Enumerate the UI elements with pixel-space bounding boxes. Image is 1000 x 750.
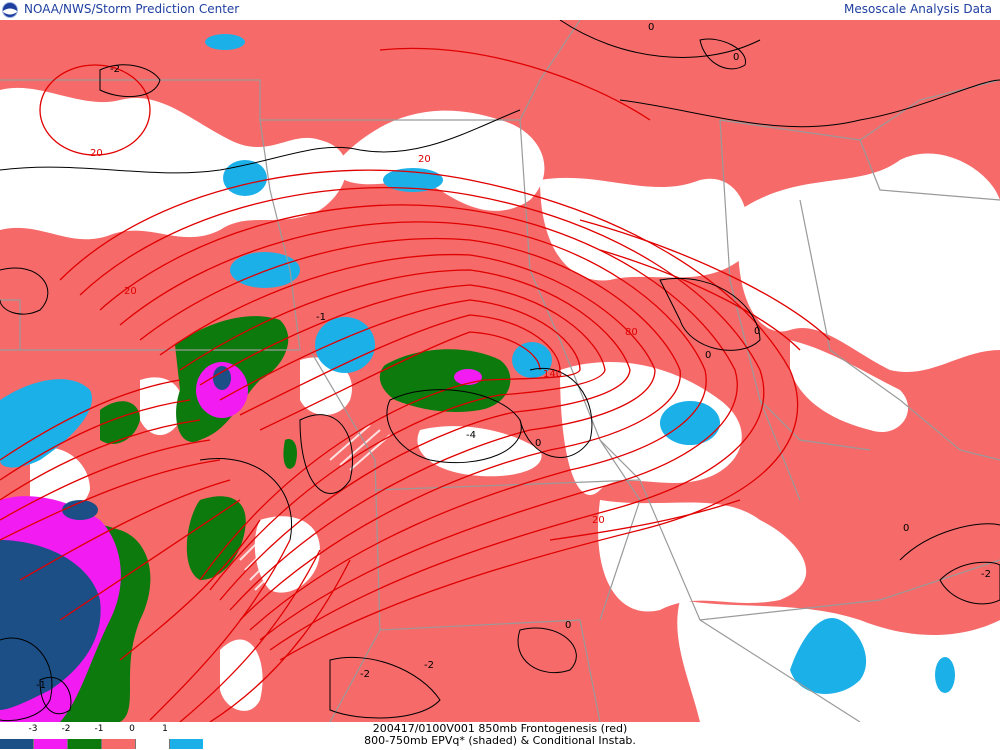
instab-label: 0 bbox=[705, 350, 711, 361]
weather-map: 20 20 20 20 80 140 -2 0 0 0 0 0 -4 0 -2 … bbox=[0, 20, 1000, 722]
epv-legend: -3 -2 -1 0 1 bbox=[0, 722, 210, 750]
header-right-title: Mesoscale Analysis Data bbox=[844, 2, 992, 16]
fronto-label: 20 bbox=[592, 515, 605, 526]
legend-swatch bbox=[68, 739, 102, 749]
header-left-title: NOAA/NWS/Storm Prediction Center bbox=[24, 2, 240, 16]
instab-label: 0 bbox=[733, 52, 739, 63]
fronto-label: 20 bbox=[90, 148, 103, 159]
instab-label: -2 bbox=[981, 569, 991, 580]
instab-label: -2 bbox=[110, 64, 120, 75]
legend-swatch bbox=[102, 739, 136, 749]
legend-tick: -2 bbox=[61, 724, 71, 734]
legend-color-bar bbox=[0, 739, 203, 749]
fronto-label: 80 bbox=[625, 327, 638, 338]
fronto-label: 140 bbox=[543, 369, 562, 380]
fronto-label: 20 bbox=[124, 286, 137, 297]
legend-tick: 0 bbox=[129, 724, 135, 734]
instab-label: 0 bbox=[754, 326, 760, 337]
legend-tick: -3 bbox=[28, 724, 38, 734]
map-caption: 200417/0100V001 850mb Frontogenesis (red… bbox=[230, 723, 770, 747]
legend-swatch bbox=[0, 739, 34, 749]
instab-label: 0 bbox=[648, 22, 654, 33]
legend-tick: -1 bbox=[94, 724, 104, 734]
instab-label: -2 bbox=[424, 660, 434, 671]
legend-swatch bbox=[34, 739, 68, 749]
epv-shading bbox=[0, 20, 1000, 722]
legend-tick: 1 bbox=[162, 724, 168, 734]
instab-label: -2 bbox=[360, 669, 370, 680]
instab-label: 0 bbox=[535, 438, 541, 449]
header-bar: NOAA/NWS/Storm Prediction Center Mesosca… bbox=[0, 0, 1000, 20]
legend-swatch bbox=[170, 739, 203, 749]
instab-label: -1 bbox=[316, 312, 326, 323]
footer-bar: -3 -2 -1 0 1 200417/0100V001 850mb Front… bbox=[0, 722, 1000, 750]
legend-swatch bbox=[136, 739, 170, 749]
fronto-label: 20 bbox=[418, 154, 431, 165]
instab-label: 0 bbox=[903, 523, 909, 534]
caption-line-2: 800-750mb EPVq* (shaded) & Conditional I… bbox=[364, 734, 636, 747]
instab-label: 0 bbox=[565, 620, 571, 631]
instab-label: -4 bbox=[466, 430, 476, 441]
instab-label: -1 bbox=[36, 680, 46, 691]
noaa-logo-icon bbox=[2, 2, 18, 18]
